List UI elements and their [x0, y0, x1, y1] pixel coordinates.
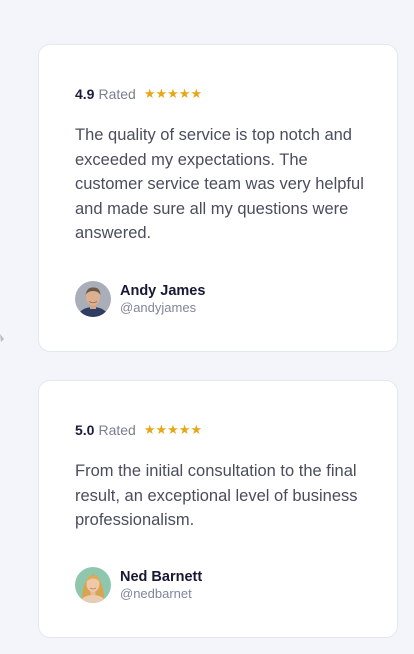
author-name: Andy James: [120, 282, 206, 299]
author-handle: @andyjames: [120, 299, 197, 315]
rating-label: Rated: [98, 86, 136, 102]
partial-decoration-icon: [0, 334, 4, 342]
user-avatar-female-icon: [75, 567, 111, 603]
star-rating: ★★★★★: [144, 421, 202, 439]
star-rating: ★★★★★: [144, 85, 202, 103]
testimonial-card: 5.0 Rated ★★★★★ From the initial consult…: [38, 380, 398, 638]
testimonial-quote: The quality of service is top notch and …: [75, 126, 364, 243]
rating-label: Rated: [98, 422, 136, 438]
testimonial-card: 4.9 Rated ★★★★★ The quality of service i…: [38, 44, 398, 352]
rating-row: 5.0 Rated ★★★★★: [75, 421, 202, 439]
author-block: Ned Barnett @nedbarnet: [75, 567, 202, 603]
author-block: Andy James @andyjames: [75, 281, 205, 317]
author-name: Ned Barnett: [120, 568, 203, 585]
testimonial-quote: From the initial consultation to the fin…: [75, 462, 358, 530]
avatar: [75, 567, 111, 603]
author-handle: @nedbarnet: [120, 585, 192, 601]
star-icon: ★★★★★: [143, 86, 203, 101]
avatar: [75, 281, 111, 317]
rating-score: 4.9: [75, 86, 95, 102]
rating-score: 5.0: [75, 422, 95, 438]
user-avatar-male-icon: [75, 281, 111, 317]
rating-row: 4.9 Rated ★★★★★: [75, 85, 202, 103]
star-icon: ★★★★★: [143, 422, 203, 437]
